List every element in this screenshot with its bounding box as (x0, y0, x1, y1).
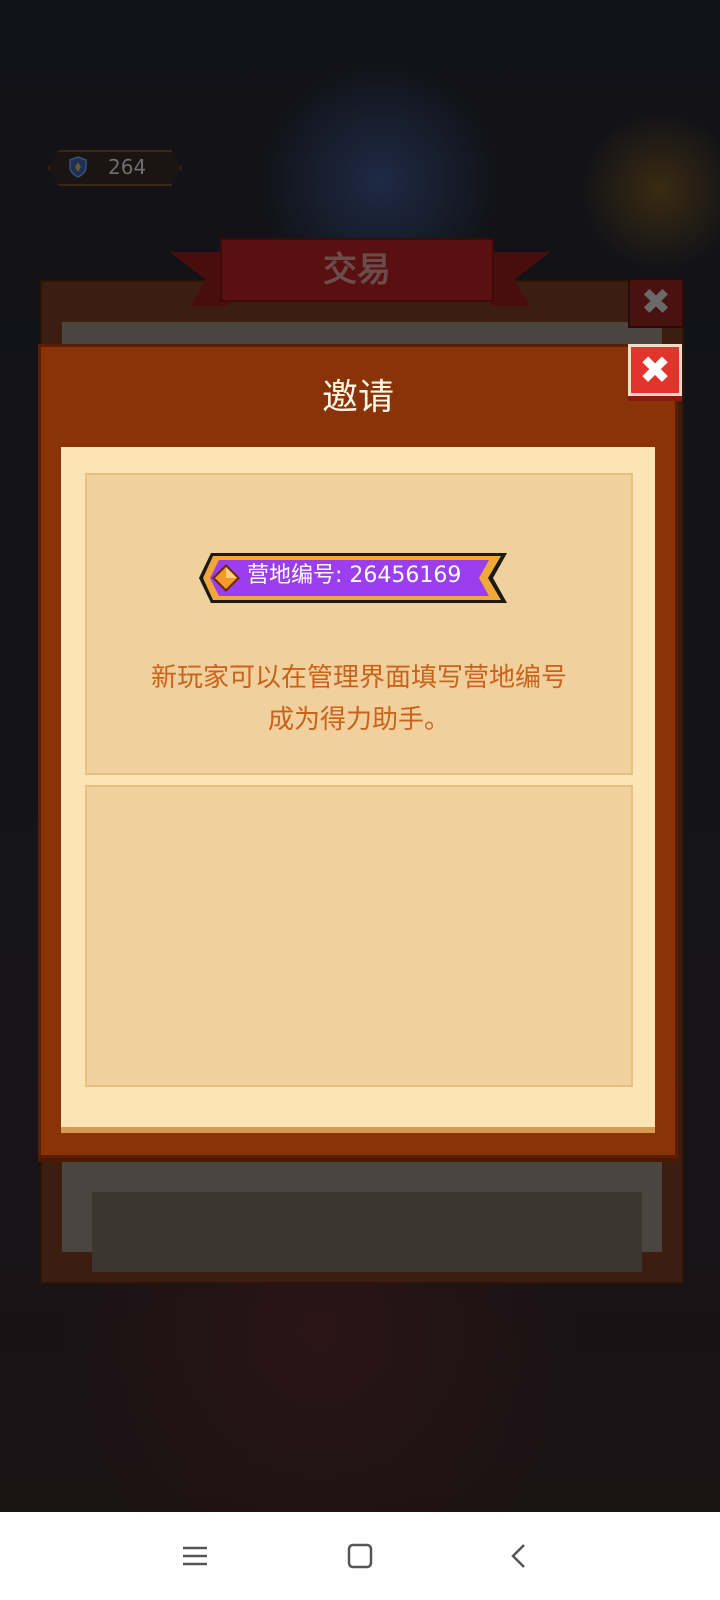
hint-line-1: 新玩家可以在管理界面填写营地编号 (150, 663, 567, 693)
trade-title-ribbon: 交易 (170, 238, 550, 310)
shield-counter: 264 (48, 150, 182, 186)
close-icon: ✖ (640, 282, 672, 323)
dialog-title: 邀请 (321, 377, 394, 418)
navigation-bar (0, 1512, 720, 1600)
camp-info-box: 营地编号: 26456169 新玩家可以在管理界面填写营地编号 成为得力助手。 (85, 473, 633, 775)
close-button[interactable]: ✖ (628, 344, 682, 396)
back-icon[interactable] (498, 1534, 542, 1578)
trade-close-button: ✖ (628, 278, 684, 328)
close-icon: ✖ (639, 348, 671, 392)
trade-ribbon-body: 交易 (220, 238, 494, 302)
hint-line-2: 成为得力助手。 (267, 705, 450, 735)
invite-dialog: 邀请 营地编号: 26456169 新玩家可以在管理界面填写营地编号 成为得力助… (38, 344, 678, 1158)
menu-icon[interactable] (173, 1534, 217, 1578)
trade-panel-footer (92, 1192, 642, 1272)
shield-count: 264 (108, 155, 147, 179)
hint-text: 新玩家可以在管理界面填写营地编号 成为得力助手。 (87, 657, 631, 741)
shield-icon (69, 156, 87, 178)
empty-panel (85, 785, 633, 1087)
trade-title: 交易 (323, 250, 391, 290)
camp-id-label: 营地编号: 26456169 (247, 563, 462, 588)
camp-id-badge: 营地编号: 26456169 (197, 551, 527, 605)
gem-icon (212, 564, 240, 592)
dialog-content: 营地编号: 26456169 新玩家可以在管理界面填写营地编号 成为得力助手。 (61, 447, 655, 1133)
home-icon[interactable] (338, 1534, 382, 1578)
